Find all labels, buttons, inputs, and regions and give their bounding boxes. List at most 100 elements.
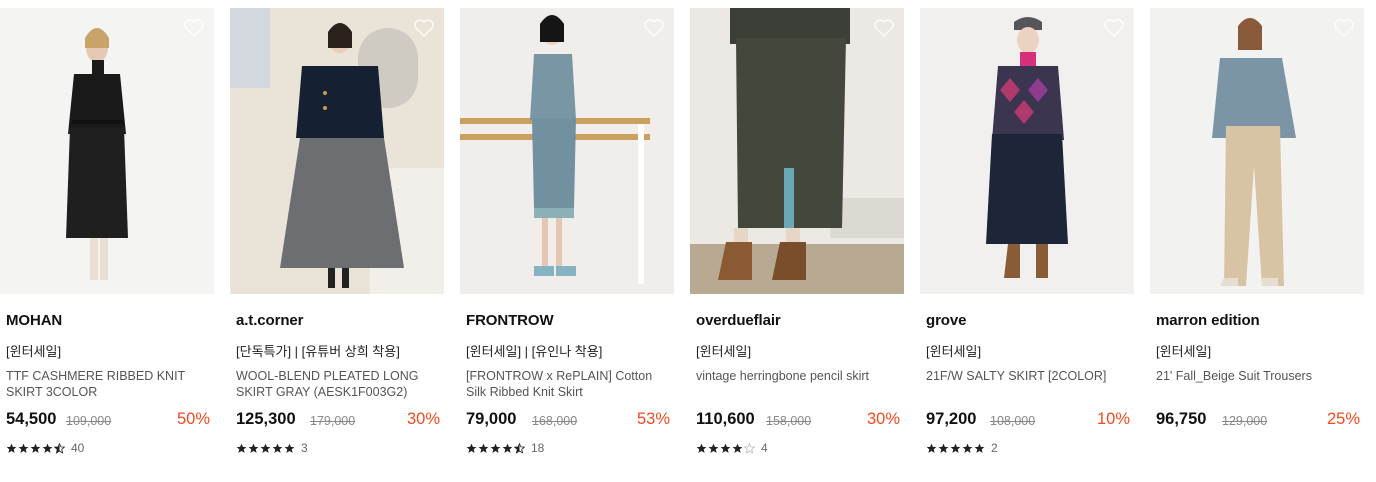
navy-coat-gray-skirt-photo-icon	[230, 8, 444, 294]
star-rating	[696, 442, 755, 454]
star-full-icon	[950, 443, 961, 453]
review-count: 2	[991, 441, 998, 455]
black-knit-set-photo-icon	[0, 8, 214, 294]
product-card[interactable]: MOHAN [윈터세일] TTF CASHMERE RIBBED KNIT SK…	[0, 8, 214, 455]
herringbone-skirt-boots-photo-icon	[690, 8, 904, 294]
product-brand[interactable]: a.t.corner	[236, 312, 303, 329]
product-name[interactable]: WOOL-BLEND PLEATED LONG SKIRT GRAY (AESK…	[236, 369, 438, 400]
rating: 2	[926, 440, 998, 456]
product-tags: [윈터세일]	[926, 344, 982, 359]
star-full-icon	[732, 443, 743, 453]
product-name[interactable]: 21' Fall_Beige Suit Trousers	[1156, 369, 1358, 385]
product-photo[interactable]	[920, 8, 1134, 294]
star-full-icon	[236, 443, 247, 453]
review-count: 3	[301, 441, 308, 455]
star-full-icon	[466, 443, 477, 453]
star-half-icon	[514, 442, 525, 454]
star-full-icon	[248, 443, 259, 453]
wishlist-heart-icon[interactable]	[872, 16, 896, 40]
argyle-sweater-navy-skirt-photo-icon	[920, 8, 1134, 294]
star-full-icon	[974, 443, 985, 453]
review-count: 4	[761, 441, 768, 455]
beige-trousers-photo-icon	[1150, 8, 1364, 294]
wishlist-heart-icon[interactable]	[1332, 16, 1356, 40]
product-photo[interactable]	[0, 8, 214, 294]
product-card[interactable]: marron edition [윈터세일] 21' Fall_Beige Sui…	[1150, 8, 1364, 428]
wishlist-heart-icon[interactable]	[182, 16, 206, 40]
star-full-icon	[30, 443, 41, 453]
original-price: 179,000	[310, 414, 356, 428]
price-row: 96,750 129,000 25%	[1156, 410, 1360, 432]
price-row: 54,500 109,000 50%	[6, 410, 210, 432]
star-full-icon	[720, 443, 731, 453]
wishlist-heart-icon[interactable]	[642, 16, 666, 40]
sale-price: 79,000	[466, 410, 517, 428]
star-full-icon	[260, 443, 271, 453]
star-full-icon	[502, 443, 513, 453]
star-full-icon	[272, 443, 283, 453]
product-name[interactable]: [FRONTROW x RePLAIN] Cotton Silk Ribbed …	[466, 369, 668, 400]
star-full-icon	[926, 443, 937, 453]
product-brand[interactable]: marron edition	[1156, 312, 1260, 329]
product-card[interactable]: a.t.corner [단독특가] | [유튜버 상희 착용] WOOL-BLE…	[230, 8, 444, 455]
original-price: 168,000	[532, 414, 578, 428]
product-name[interactable]: TTF CASHMERE RIBBED KNIT SKIRT 3COLOR	[6, 369, 208, 400]
star-full-icon	[478, 443, 489, 453]
review-count: 18	[531, 441, 545, 455]
price-row: 110,600 158,000 30%	[696, 410, 900, 432]
discount-rate: 53%	[636, 410, 670, 428]
product-name[interactable]: 21F/W SALTY SKIRT [2COLOR]	[926, 369, 1128, 385]
product-brand[interactable]: MOHAN	[6, 312, 62, 329]
review-count: 40	[71, 441, 85, 455]
blue-ribbed-knit-photo-icon	[460, 8, 674, 294]
product-tags: [윈터세일]	[6, 344, 62, 359]
sale-price: 110,600	[696, 410, 755, 428]
rating: 3	[236, 440, 308, 456]
product-photo[interactable]	[230, 8, 444, 294]
product-tags: [윈터세일]	[1156, 344, 1212, 359]
sale-price: 125,300	[236, 410, 296, 428]
product-photo[interactable]	[460, 8, 674, 294]
star-empty-icon	[744, 442, 755, 454]
star-full-icon	[962, 443, 973, 453]
wishlist-heart-icon[interactable]	[1102, 16, 1126, 40]
star-full-icon	[708, 443, 719, 453]
star-full-icon	[42, 443, 53, 453]
discount-rate: 25%	[1326, 410, 1360, 428]
discount-rate: 50%	[176, 410, 210, 428]
original-price: 129,000	[1222, 414, 1268, 428]
star-rating	[926, 443, 985, 454]
product-brand[interactable]: overdueflair	[696, 312, 781, 329]
product-brand[interactable]: grove	[926, 312, 966, 329]
product-card[interactable]: overdueflair [윈터세일] vintage herringbone …	[690, 8, 904, 455]
wishlist-heart-icon[interactable]	[412, 16, 436, 40]
star-full-icon	[284, 443, 295, 453]
product-name[interactable]: vintage herringbone pencil skirt	[696, 369, 898, 385]
star-half-icon	[54, 442, 65, 454]
price-row: 97,200 108,000 10%	[926, 410, 1130, 432]
product-tags: [윈터세일]	[696, 344, 752, 359]
discount-rate: 30%	[866, 410, 900, 428]
price-row: 125,300 179,000 30%	[236, 410, 440, 432]
product-brand[interactable]: FRONTROW	[466, 312, 554, 329]
rating: 18	[466, 440, 544, 456]
product-photo[interactable]	[1150, 8, 1364, 294]
star-full-icon	[490, 443, 501, 453]
original-price: 158,000	[766, 414, 812, 428]
price-row: 79,000 168,000 53%	[466, 410, 670, 432]
star-rating	[236, 443, 295, 454]
product-grid: MOHAN [윈터세일] TTF CASHMERE RIBBED KNIT SK…	[0, 0, 1376, 482]
star-rating	[466, 442, 525, 454]
discount-rate: 10%	[1096, 410, 1130, 428]
product-photo[interactable]	[690, 8, 904, 294]
rating: 4	[696, 440, 768, 456]
star-full-icon	[18, 443, 29, 453]
star-rating	[6, 442, 65, 454]
product-card[interactable]: grove [윈터세일] 21F/W SALTY SKIRT [2COLOR] …	[920, 8, 1134, 455]
product-tags: [윈터세일] | [유인나 착용]	[466, 344, 603, 359]
sale-price: 96,750	[1156, 410, 1207, 428]
sale-price: 54,500	[6, 410, 57, 428]
rating: 40	[6, 440, 84, 456]
product-tags: [단독특가] | [유튜버 상희 착용]	[236, 344, 400, 359]
product-card[interactable]: FRONTROW [윈터세일] | [유인나 착용] [FRONTROW x R…	[460, 8, 674, 455]
